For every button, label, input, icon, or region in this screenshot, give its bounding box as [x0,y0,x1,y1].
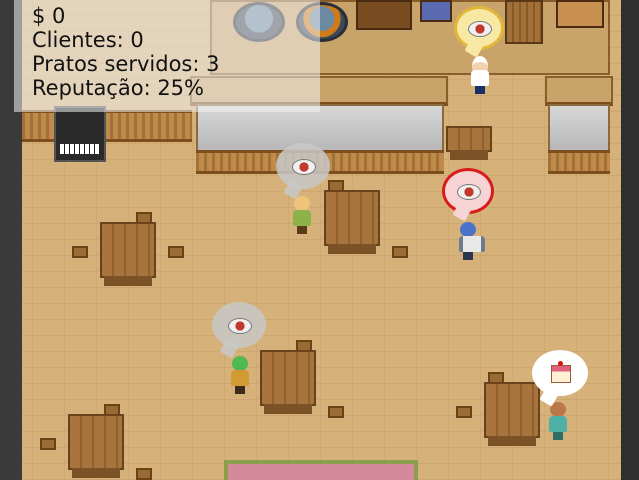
chair [392,246,408,258]
chair [40,438,56,450]
chair [328,406,344,418]
chair [104,404,120,416]
right-wall-edge [621,0,639,480]
clientes-label: Clientes: 0 [32,28,144,52]
game-canvas[interactable]: $ 0 Clientes: 0 Pratos servidos: 3 Reput… [0,0,639,480]
order-bubble-white [532,350,588,396]
counter-front-right [548,150,610,174]
order-bubble-gray [276,143,330,189]
kitchen-door[interactable] [505,0,543,44]
chair [72,246,88,258]
chair [296,340,312,352]
customer-green-hair[interactable] [228,356,252,394]
dining-table[interactable] [68,414,124,478]
order-bubble-yellow [454,6,504,50]
customer-brown-hair-girl[interactable] [546,402,570,440]
kitchen-shelf [356,0,412,30]
chair [136,468,152,480]
wall-rail-left [22,110,192,142]
plate-dish-icon [228,318,252,334]
piano[interactable] [54,106,106,162]
dining-table[interactable] [260,350,316,414]
dining-table[interactable] [484,382,540,446]
order-bubble-red [442,168,494,214]
cake-icon [551,361,571,383]
kitchen-partition-right [545,76,613,106]
dining-table[interactable] [324,190,380,254]
entrance-rug [224,460,418,480]
kitchen-cabinet [420,0,452,22]
dining-table[interactable] [100,222,156,286]
chair [168,246,184,258]
chair [488,372,504,384]
plate-dish-icon [457,184,481,200]
waiter-blue-hair[interactable] [456,222,485,260]
order-bubble-gray [212,302,266,348]
chair [456,406,472,418]
chair [136,212,152,224]
chef-character[interactable] [468,56,492,94]
customer-blonde-girl[interactable] [290,196,314,234]
stats-hud: $ 0 Clientes: 0 Pratos servidos: 3 Reput… [14,0,320,112]
chair [328,180,344,192]
serving-counter-right[interactable] [548,104,610,152]
pratos-servidos-label: Pratos servidos: 3 [32,52,220,76]
plate-dish-icon [292,159,316,175]
sacks [556,0,604,28]
money-label: $ 0 [32,4,66,28]
plate-dish-icon [468,21,492,37]
reputacao-label: Reputação: 25% [32,76,204,100]
side-table[interactable] [446,126,492,160]
